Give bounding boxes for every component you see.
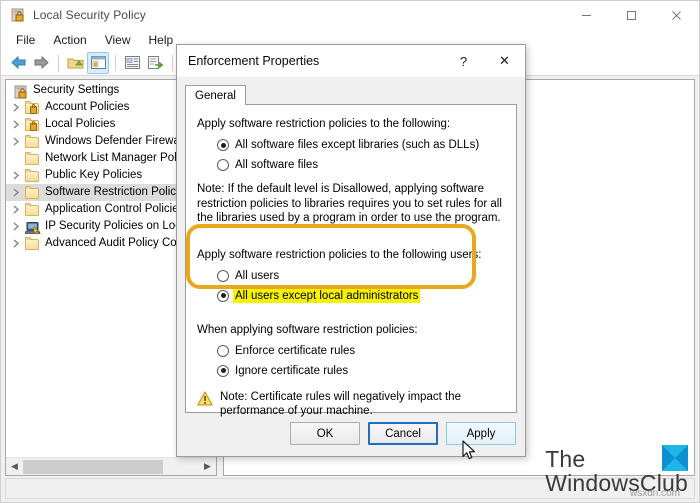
dialog-buttons: OK Cancel Apply	[290, 422, 516, 445]
security-policy-icon	[10, 7, 26, 23]
chevron-right-icon[interactable]	[8, 185, 24, 201]
forward-icon[interactable]	[30, 52, 52, 74]
tree-label: Windows Defender Firewall	[45, 135, 185, 147]
radio-indicator[interactable]	[217, 289, 229, 302]
toolbar-separator-2	[115, 54, 116, 71]
radio-enforce-certificate-rules[interactable]: Enforce certificate rules	[197, 344, 506, 358]
radio-all-software-files[interactable]: All software files	[197, 158, 506, 172]
tree-label: Local Policies	[45, 118, 116, 130]
dialog-tabstrip: General	[185, 85, 517, 105]
help-question-icon[interactable]: ?	[443, 45, 484, 77]
folder-icon	[24, 134, 41, 150]
chevron-right-icon[interactable]	[8, 134, 24, 150]
window-controls	[564, 1, 699, 29]
cancel-button[interactable]: Cancel	[368, 422, 438, 445]
scroll-left-icon[interactable]: ◀	[6, 459, 23, 475]
folder-icon	[24, 185, 41, 201]
warning-text: Note: Certificate rules will negatively …	[220, 390, 461, 418]
section2: Apply software restriction policies to t…	[197, 248, 506, 303]
scroll-thumb[interactable]	[23, 459, 163, 474]
radio-label: All software files	[235, 159, 319, 171]
chevron-right-icon[interactable]	[8, 236, 24, 252]
section2-label: Apply software restriction policies to t…	[197, 248, 482, 261]
toolbar-separator-3	[172, 54, 173, 71]
dialog-titlebar: Enforcement Properties ? ✕	[177, 45, 525, 77]
radio-all-users[interactable]: All users	[197, 269, 506, 283]
radio-label: All users	[235, 269, 280, 282]
chevron-right-icon[interactable]	[8, 202, 24, 218]
radio-ignore-certificate-rules[interactable]: Ignore certificate rules	[197, 364, 506, 378]
radio-all-software-files-except-libraries[interactable]: All software files except libraries (suc…	[197, 138, 506, 152]
radio-indicator[interactable]	[217, 269, 229, 282]
no-expander	[8, 151, 24, 167]
radio-label: Enforce certificate rules	[235, 344, 356, 357]
export-list-icon[interactable]	[144, 52, 166, 74]
folder-icon	[24, 168, 41, 184]
scroll-track[interactable]	[23, 459, 199, 475]
back-icon[interactable]	[7, 52, 29, 74]
show-hide-console-tree-icon[interactable]	[87, 51, 109, 74]
tree-label: Application Control Policies	[45, 203, 185, 215]
radio-all-users-except-local-administrators[interactable]: All users except local administrators	[197, 288, 506, 303]
dialog-title: Enforcement Properties	[188, 54, 320, 68]
close-icon[interactable]	[654, 1, 699, 29]
windowsclub-logo	[662, 445, 688, 471]
window-title: Local Security Policy	[33, 8, 146, 22]
section3: When applying software restriction polic…	[197, 323, 506, 419]
certificate-warning: Note: Certificate rules will negatively …	[197, 390, 506, 419]
section1-label: Apply software restriction policies to t…	[197, 118, 451, 130]
ok-button[interactable]: OK	[290, 422, 360, 445]
folder-lock-icon	[24, 100, 41, 116]
screenshot-root: Local Security Policy File Action View H…	[0, 0, 700, 503]
general-tab-panel: Apply software restriction policies to t…	[185, 104, 517, 417]
dialog-title-buttons: ? ✕	[443, 45, 525, 77]
apply-button[interactable]: Apply	[446, 422, 516, 445]
folder-lock-icon	[24, 117, 41, 133]
folder-icon	[24, 151, 41, 167]
chevron-right-icon[interactable]	[8, 100, 24, 116]
chevron-right-icon[interactable]	[8, 168, 24, 184]
radio-label: Ignore certificate rules	[235, 364, 349, 377]
watermark: The WindowsClub wsxdn.com	[545, 445, 688, 499]
dialog-body: General Apply software restriction polic…	[177, 77, 525, 456]
folder-icon	[24, 236, 41, 252]
up-folder-icon[interactable]	[64, 52, 86, 74]
minimize-icon[interactable]	[564, 1, 609, 29]
security-settings-icon	[12, 83, 29, 99]
radio-label: All users except local administrators	[233, 288, 421, 303]
folder-icon	[24, 202, 41, 218]
menu-file[interactable]: File	[7, 31, 44, 49]
window-titlebar: Local Security Policy	[1, 1, 699, 29]
tree-horizontal-scrollbar[interactable]: ◀ ▶	[6, 457, 216, 475]
chevron-right-icon[interactable]	[8, 219, 24, 235]
ip-security-icon	[24, 219, 41, 235]
radio-indicator[interactable]	[217, 344, 229, 357]
panel-content: Apply software restriction policies to t…	[197, 117, 506, 419]
warning-triangle-icon	[197, 391, 213, 407]
properties-icon[interactable]	[121, 52, 143, 74]
section1-note: Note: If the default level is Disallowed…	[197, 183, 502, 224]
tree-label: Account Policies	[45, 101, 130, 113]
radio-indicator[interactable]	[217, 159, 229, 171]
radio-indicator[interactable]	[217, 139, 229, 151]
dialog-close-icon[interactable]: ✕	[484, 45, 525, 77]
menu-action[interactable]: Action	[44, 31, 95, 49]
toolbar-separator	[58, 54, 59, 71]
tree-label: Security Settings	[33, 84, 120, 96]
section3-label: When applying software restriction polic…	[197, 323, 418, 336]
scroll-right-icon[interactable]: ▶	[199, 459, 216, 475]
watermark-sub: wsxdn.com	[629, 488, 680, 499]
tab-general[interactable]: General	[185, 85, 246, 105]
chevron-right-icon[interactable]	[8, 117, 24, 133]
enforcement-properties-dialog: Enforcement Properties ? ✕ General Apply…	[176, 44, 526, 457]
radio-label: All software files except libraries (suc…	[235, 139, 480, 151]
radio-indicator[interactable]	[217, 364, 229, 377]
tree-label: Public Key Policies	[45, 169, 143, 181]
maximize-icon[interactable]	[609, 1, 654, 29]
tree-label: Software Restriction Policies	[45, 186, 191, 198]
menu-view[interactable]: View	[96, 31, 140, 49]
